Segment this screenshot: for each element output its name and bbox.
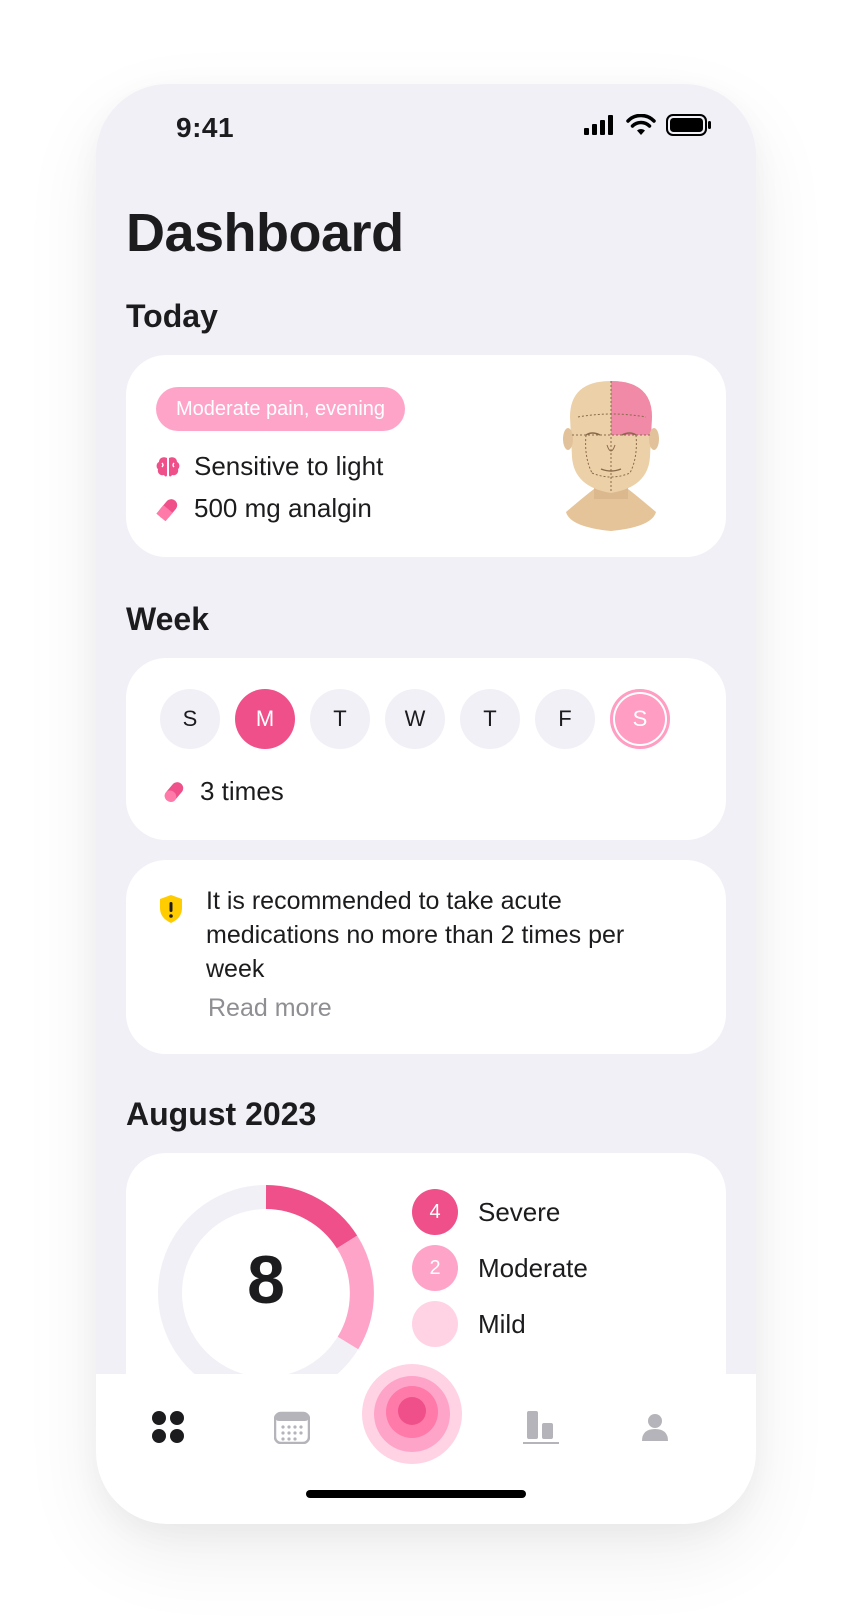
section-title-today: Today [126, 298, 218, 334]
record-pain-icon [362, 1364, 462, 1464]
legend-label: Moderate [478, 1252, 588, 1283]
warning-text: It is recommended to take acute medicati… [206, 887, 625, 983]
day-thursday[interactable]: T [460, 689, 520, 749]
legend-mild: Mild [412, 1301, 588, 1347]
dashboard-icon [152, 1411, 184, 1443]
battery-icon [666, 114, 711, 136]
head-pain-map-illustration[interactable] [556, 377, 666, 535]
signal-icon [584, 115, 613, 135]
warning-shield-icon [160, 895, 182, 923]
weekly-count-text: 3 times [200, 776, 284, 806]
legend-count: 4 [412, 1189, 458, 1235]
medication-row: 500 mg analgin [156, 493, 372, 524]
day-wednesday[interactable]: W [385, 689, 445, 749]
tab-calendar[interactable] [267, 1402, 317, 1452]
profile-icon [642, 1414, 668, 1441]
weekly-medication-count: 3 times [162, 776, 284, 807]
pain-level-badge: Moderate pain, evening [156, 387, 406, 431]
day-monday[interactable]: M [235, 689, 295, 749]
pain-legend: 4 Severe 2 Moderate Mild [412, 1189, 588, 1347]
tab-profile[interactable] [630, 1402, 680, 1452]
statistics-icon [523, 1411, 559, 1444]
day-sunday[interactable]: S [160, 689, 220, 749]
section-title-month: August 2023 [126, 1096, 317, 1132]
legend-label: Mild [478, 1308, 526, 1339]
page-title: Dashboard [126, 203, 404, 263]
status-icons [584, 114, 712, 136]
day-friday[interactable]: F [535, 689, 595, 749]
read-more-link[interactable]: Read more [208, 994, 332, 1023]
brain-icon [156, 456, 180, 476]
tab-dashboard[interactable] [143, 1402, 193, 1452]
pill-icon [156, 498, 178, 521]
month-total-count: 8 [247, 1242, 285, 1318]
record-pain-button[interactable] [360, 1362, 464, 1466]
symptom-row: Sensitive to light [156, 451, 383, 482]
week-days-row: S M T W T F S [160, 689, 670, 749]
week-card: S M T W T F S 3 times [126, 658, 726, 840]
status-time: 9:41 [176, 112, 235, 143]
legend-label: Severe [478, 1196, 561, 1227]
phone-screen: 9:41 Dashboard Today Moderate pain, even… [96, 84, 756, 1524]
medication-text: 500 mg analgin [194, 493, 372, 523]
legend-severe: 4 Severe [412, 1189, 588, 1235]
day-tuesday[interactable]: T [310, 689, 370, 749]
legend-count [412, 1301, 458, 1347]
tab-statistics[interactable] [516, 1402, 566, 1452]
calendar-icon [274, 1411, 310, 1444]
legend-count: 2 [412, 1245, 458, 1291]
symptom-text: Sensitive to light [194, 451, 384, 481]
wifi-icon [626, 114, 656, 135]
day-saturday[interactable]: S [610, 689, 670, 749]
home-indicator [306, 1490, 526, 1498]
medication-warning-card: It is recommended to take acute medicati… [126, 860, 726, 1054]
severe-arc [265, 1185, 358, 1249]
today-card[interactable]: Moderate pain, evening Sensitive to ligh… [126, 355, 726, 557]
section-title-week: Week [126, 601, 210, 637]
legend-moderate: 2 Moderate [412, 1245, 588, 1291]
pill-icon [164, 781, 184, 802]
tab-bar [96, 1364, 756, 1524]
